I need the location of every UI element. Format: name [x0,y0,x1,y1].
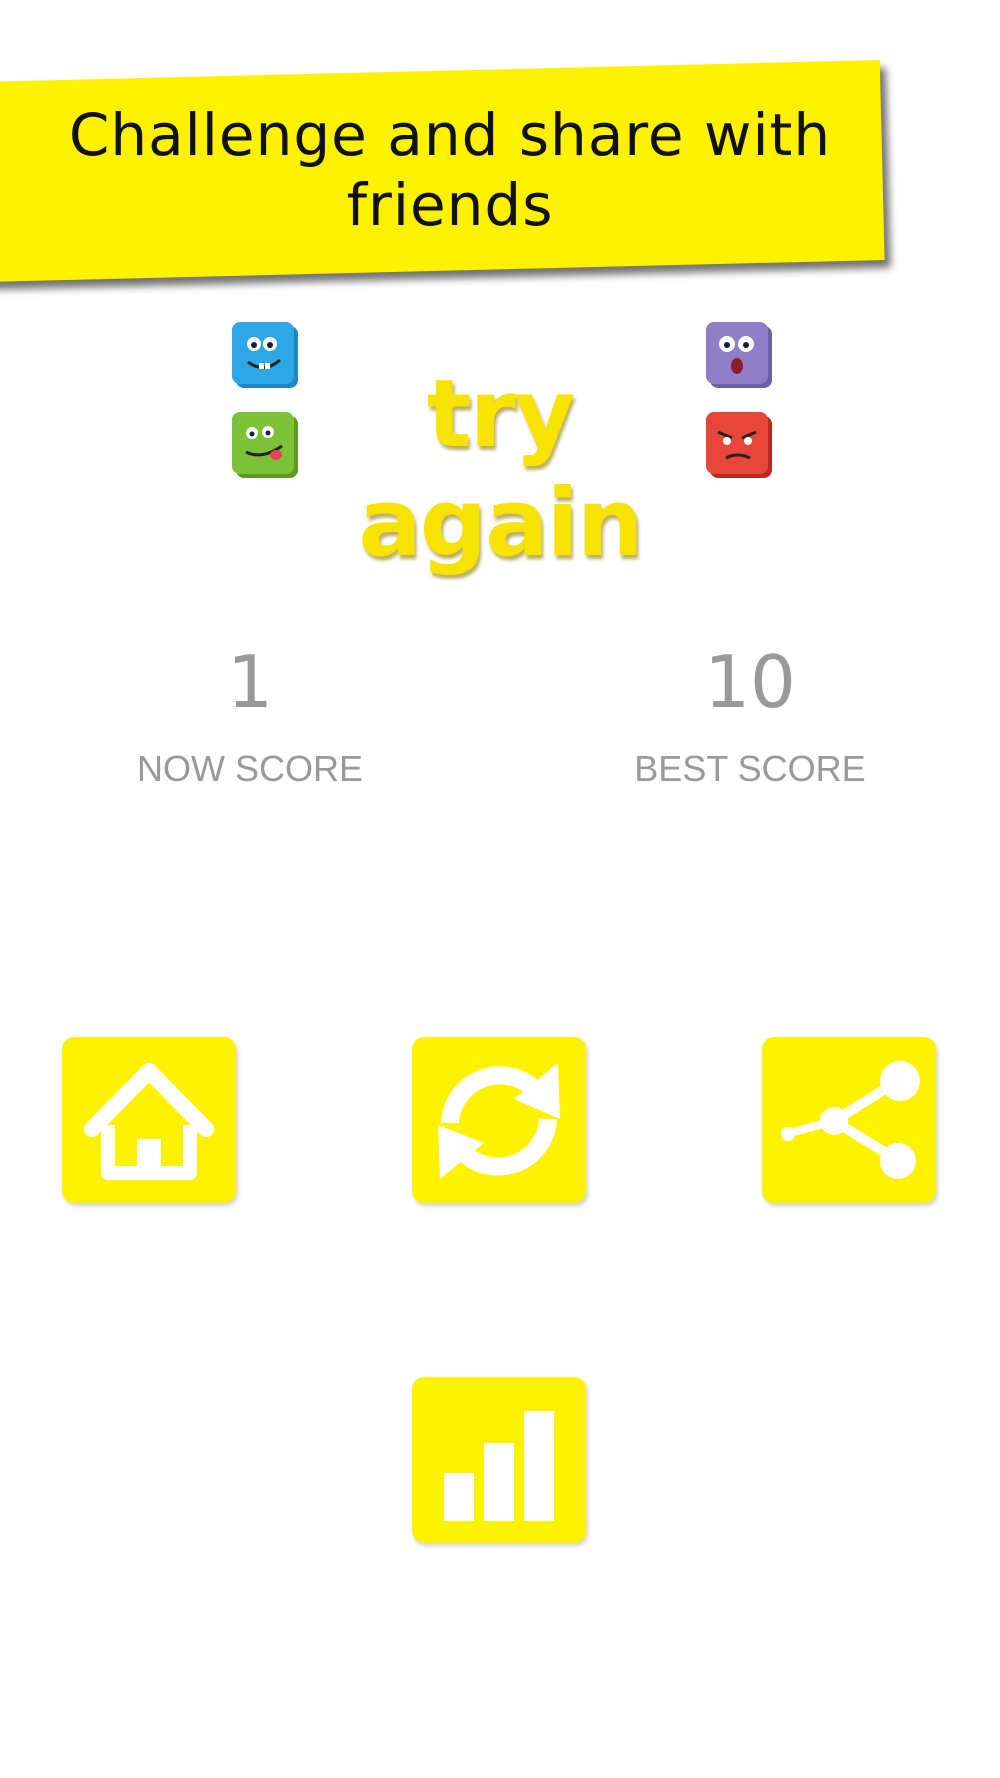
refresh-icon [438,1063,560,1179]
bar-chart-icon [444,1411,554,1521]
promo-line-1: Challenge and share with [68,101,832,169]
logo-title: try again [358,360,643,578]
promo-banner-text: Challenge and share with friends [40,100,860,240]
green-monster-block-icon [232,412,298,478]
now-score-value: 1 [227,640,273,724]
share-button[interactable] [762,1037,936,1203]
blue-monster-block-icon [232,322,298,388]
promo-line-2: friends [346,171,554,239]
share-icon [781,1061,920,1179]
now-score-label: NOW SCORE [136,748,363,789]
try-again-logo: try again [0,320,1000,578]
leaderboard-button[interactable] [412,1377,586,1543]
now-score: 1 NOW SCORE [70,642,430,790]
best-score-value: 10 [704,640,796,724]
red-monster-block-icon [706,412,772,478]
best-score: 10 BEST SCORE [570,642,930,790]
restart-button[interactable] [412,1037,586,1203]
best-score-label: BEST SCORE [634,748,866,789]
home-icon [84,1063,214,1180]
home-button[interactable] [62,1037,236,1203]
purple-monster-block-icon [706,322,772,388]
